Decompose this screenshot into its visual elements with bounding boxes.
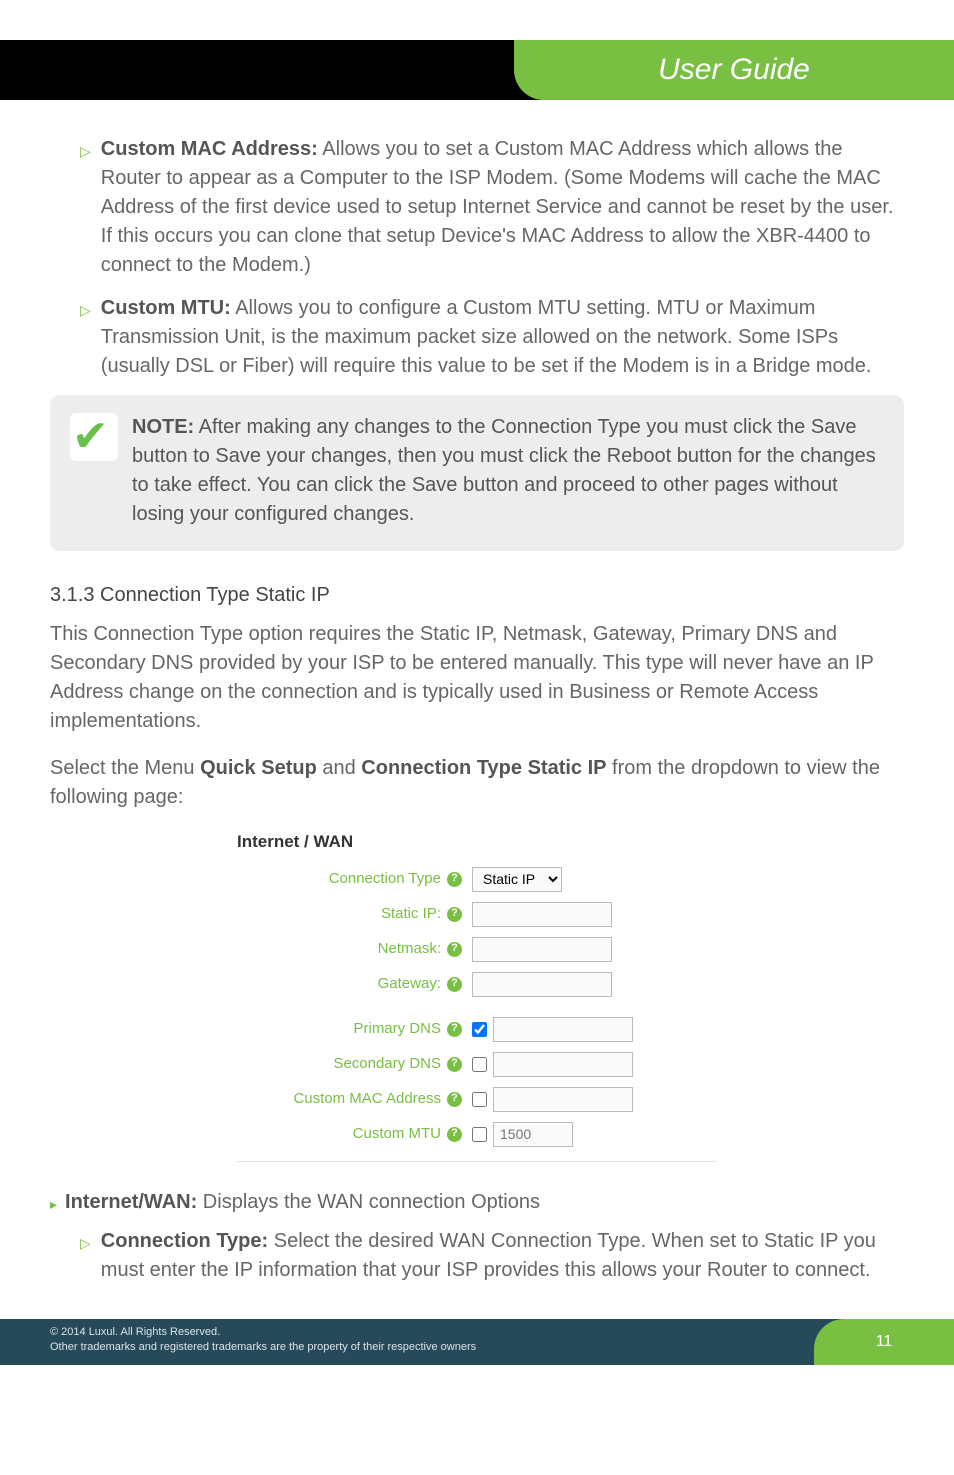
footer-page-badge: 11	[814, 1319, 954, 1365]
section-para-2: Select the Menu Quick Setup and Connecti…	[50, 754, 904, 812]
section-para-1: This Connection Type option requires the…	[50, 620, 904, 736]
checkmark-icon	[70, 413, 118, 461]
secondary-dns-checkbox[interactable]	[472, 1057, 487, 1072]
label-custom-mtu: Custom MTU	[237, 1123, 447, 1145]
help-icon[interactable]: ?	[447, 1092, 462, 1107]
help-icon[interactable]: ?	[447, 872, 462, 887]
triangle-icon: ▷	[80, 1233, 91, 1285]
footer-text: © 2014 Luxul. All Rights Reserved. Other…	[50, 1325, 476, 1356]
primary-dns-input[interactable]	[493, 1017, 633, 1042]
para-text: Select the Menu	[50, 757, 200, 779]
row-static-ip: Static IP: ?	[237, 902, 717, 927]
footer-line-2: Other trademarks and registered trademar…	[50, 1340, 476, 1355]
para-bold: Quick Setup	[200, 757, 317, 779]
custom-mtu-input[interactable]	[493, 1122, 573, 1147]
bullet-text: Internet/WAN: Displays the WAN connectio…	[65, 1188, 904, 1217]
gateway-input[interactable]	[472, 972, 612, 997]
row-custom-mac: Custom MAC Address ?	[237, 1087, 717, 1112]
arrow-icon: ▸	[50, 1194, 57, 1217]
label-gateway: Gateway:	[237, 973, 447, 995]
footer: © 2014 Luxul. All Rights Reserved. Other…	[50, 1319, 904, 1365]
section-heading: 3.1.3 Connection Type Static IP	[50, 581, 904, 610]
row-primary-dns: Primary DNS ?	[237, 1017, 717, 1042]
content-area: ▷ Custom MAC Address: Allows you to set …	[50, 135, 904, 1285]
row-gateway: Gateway: ?	[237, 972, 717, 997]
custom-mtu-checkbox[interactable]	[472, 1127, 487, 1142]
static-ip-input[interactable]	[472, 902, 612, 927]
row-custom-mtu: Custom MTU ?	[237, 1122, 717, 1147]
label-custom-mac: Custom MAC Address	[237, 1088, 447, 1110]
note-body: NOTE: After making any changes to the Co…	[132, 413, 880, 529]
help-icon[interactable]: ?	[447, 1127, 462, 1142]
para-bold: Connection Type Static IP	[361, 757, 606, 779]
note-box: NOTE: After making any changes to the Co…	[50, 395, 904, 551]
bullet-label: Custom MAC Address:	[101, 138, 318, 160]
label-netmask: Netmask:	[237, 938, 447, 960]
header-band: User Guide	[50, 40, 904, 110]
divider	[237, 1161, 717, 1162]
form-screenshot: Internet / WAN Connection Type ? Static …	[237, 830, 717, 1162]
page-title: User Guide	[658, 53, 810, 87]
triangle-icon: ▷	[80, 300, 91, 381]
header-green-bar: User Guide	[514, 40, 954, 100]
help-icon[interactable]: ?	[447, 1057, 462, 1072]
row-netmask: Netmask: ?	[237, 937, 717, 962]
sub-bullet-connection-type: ▷ Connection Type: Select the desired WA…	[50, 1227, 904, 1285]
footer-line-1: © 2014 Luxul. All Rights Reserved.	[50, 1325, 476, 1340]
bullet-text: Custom MTU: Allows you to configure a Cu…	[101, 294, 904, 381]
bullet-internet-wan: ▸ Internet/WAN: Displays the WAN connect…	[50, 1188, 904, 1217]
label-static-ip: Static IP:	[237, 903, 447, 925]
bullet-label: Internet/WAN:	[65, 1191, 197, 1213]
bullet-text: Connection Type: Select the desired WAN …	[101, 1227, 904, 1285]
triangle-icon: ▷	[80, 141, 91, 280]
bullet-text: Custom MAC Address: Allows you to set a …	[101, 135, 904, 280]
row-connection-type: Connection Type ? Static IP	[237, 867, 717, 892]
bullet-label: Custom MTU:	[101, 297, 231, 319]
note-text: After making any changes to the Connecti…	[132, 416, 876, 525]
custom-mac-input[interactable]	[493, 1087, 633, 1112]
bullet-custom-mac: ▷ Custom MAC Address: Allows you to set …	[50, 135, 904, 280]
netmask-input[interactable]	[472, 937, 612, 962]
label-secondary-dns: Secondary DNS	[237, 1053, 447, 1075]
help-icon[interactable]: ?	[447, 942, 462, 957]
label-primary-dns: Primary DNS	[237, 1018, 447, 1040]
bullet-label: Connection Type:	[101, 1230, 268, 1252]
page-number: 11	[876, 1333, 893, 1351]
connection-type-select[interactable]: Static IP	[472, 867, 562, 892]
custom-mac-checkbox[interactable]	[472, 1092, 487, 1107]
bullet-body: Displays the WAN connection Options	[197, 1191, 540, 1213]
bullet-custom-mtu: ▷ Custom MTU: Allows you to configure a …	[50, 294, 904, 381]
form-title: Internet / WAN	[237, 830, 717, 855]
para-text: and	[317, 757, 361, 779]
secondary-dns-input[interactable]	[493, 1052, 633, 1077]
primary-dns-checkbox[interactable]	[472, 1022, 487, 1037]
label-connection-type: Connection Type	[237, 868, 447, 890]
help-icon[interactable]: ?	[447, 1022, 462, 1037]
note-label: NOTE:	[132, 416, 194, 438]
help-icon[interactable]: ?	[447, 907, 462, 922]
help-icon[interactable]: ?	[447, 977, 462, 992]
row-secondary-dns: Secondary DNS ?	[237, 1052, 717, 1077]
